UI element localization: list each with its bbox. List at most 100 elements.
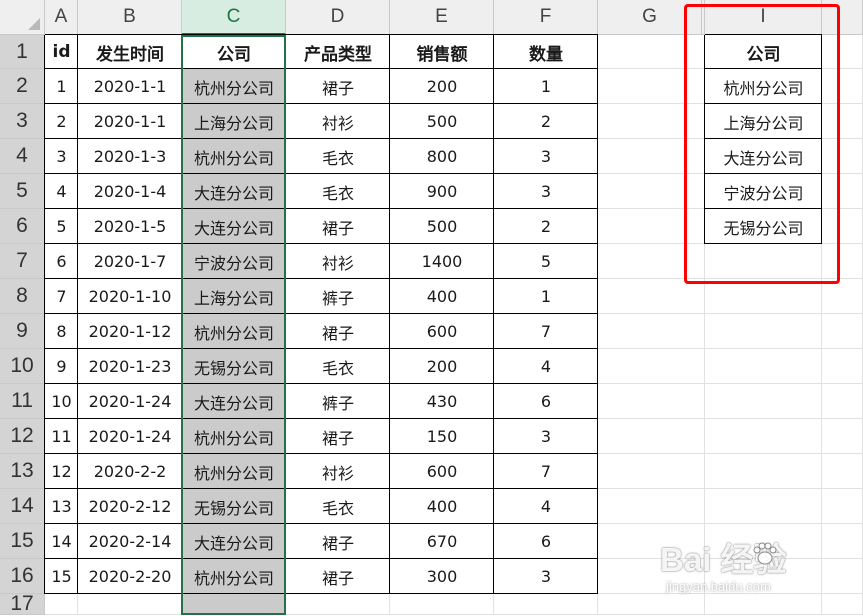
table-cell[interactable]: 衬衫 <box>286 104 390 139</box>
table-cell[interactable]: 6 <box>494 524 598 559</box>
table-cell[interactable]: 2020-1-1 <box>78 69 182 104</box>
table-cell[interactable]: 6 <box>494 384 598 419</box>
table-cell[interactable]: 4 <box>494 489 598 524</box>
table-cell[interactable]: 500 <box>390 209 494 244</box>
table-header-cell[interactable]: 发生时间 <box>78 35 182 69</box>
column-header-hidden[interactable] <box>822 0 863 35</box>
table-header-cell[interactable]: 产品类型 <box>286 35 390 69</box>
table-cell[interactable]: 7 <box>494 314 598 349</box>
table-cell[interactable]: 200 <box>390 349 494 384</box>
table-cell[interactable]: 12 <box>45 454 78 489</box>
table-cell[interactable]: 裙子 <box>286 559 390 594</box>
table-cell[interactable]: 600 <box>390 314 494 349</box>
row-header-13[interactable]: 13 <box>0 454 45 489</box>
row-header-10[interactable]: 10 <box>0 349 45 384</box>
table-cell[interactable]: 裙子 <box>286 524 390 559</box>
table-cell[interactable]: 4 <box>45 174 78 209</box>
table-cell[interactable]: 2020-1-1 <box>78 104 182 139</box>
table-cell[interactable]: 430 <box>390 384 494 419</box>
table-cell[interactable]: 500 <box>390 104 494 139</box>
table-header-cell[interactable]: 销售额 <box>390 35 494 69</box>
table-cell[interactable]: 杭州分公司 <box>182 314 286 349</box>
table-cell[interactable]: 2020-1-5 <box>78 209 182 244</box>
side-table-cell[interactable]: 杭州分公司 <box>705 69 822 104</box>
table-cell[interactable]: 2 <box>494 104 598 139</box>
row-header-1[interactable]: 1 <box>0 35 45 69</box>
table-cell[interactable]: 7 <box>494 454 598 489</box>
table-cell[interactable]: 2020-2-2 <box>78 454 182 489</box>
table-cell[interactable]: 裤子 <box>286 384 390 419</box>
table-cell[interactable]: 无锡分公司 <box>182 349 286 384</box>
table-cell[interactable]: 2020-2-12 <box>78 489 182 524</box>
column-header-C[interactable]: C <box>182 0 286 35</box>
side-table-cell[interactable]: 大连分公司 <box>705 139 822 174</box>
table-cell[interactable]: 600 <box>390 454 494 489</box>
table-cell[interactable]: 300 <box>390 559 494 594</box>
table-cell[interactable]: 13 <box>45 489 78 524</box>
table-cell[interactable]: 14 <box>45 524 78 559</box>
row-header-17[interactable]: 17 <box>0 592 45 615</box>
row-header-12[interactable]: 12 <box>0 419 45 454</box>
table-cell[interactable]: 杭州分公司 <box>182 454 286 489</box>
table-cell[interactable]: 2020-1-7 <box>78 244 182 279</box>
table-cell[interactable]: 900 <box>390 174 494 209</box>
table-cell[interactable]: 裙子 <box>286 69 390 104</box>
row-header-2[interactable]: 2 <box>0 69 45 104</box>
table-cell[interactable]: 2 <box>45 104 78 139</box>
select-all-corner[interactable] <box>0 0 45 35</box>
table-header-cell[interactable]: id <box>45 35 78 69</box>
table-cell[interactable]: 3 <box>494 419 598 454</box>
table-cell[interactable]: 2020-1-23 <box>78 349 182 384</box>
spreadsheet-grid[interactable]: A B C D E F G I 1 2 3 4 5 6 7 8 9 10 11 12 13 14 15 16 17 id 发生时间公… <box>0 0 863 615</box>
table-cell[interactable]: 裙子 <box>286 209 390 244</box>
row-header-6[interactable]: 6 <box>0 209 45 244</box>
table-cell[interactable]: 4 <box>494 349 598 384</box>
table-cell[interactable]: 10 <box>45 384 78 419</box>
row-header-8[interactable]: 8 <box>0 279 45 314</box>
column-header-B[interactable]: B <box>78 0 182 35</box>
table-cell[interactable]: 衬衫 <box>286 454 390 489</box>
table-cell[interactable]: 裙子 <box>286 419 390 454</box>
table-cell[interactable]: 1400 <box>390 244 494 279</box>
table-cell[interactable]: 毛衣 <box>286 349 390 384</box>
table-cell[interactable]: 2020-1-10 <box>78 279 182 314</box>
side-table-cell[interactable]: 无锡分公司 <box>705 209 822 244</box>
table-cell[interactable]: 大连分公司 <box>182 384 286 419</box>
table-cell[interactable]: 15 <box>45 559 78 594</box>
table-header-cell[interactable]: 公司 <box>182 35 286 69</box>
table-cell[interactable]: 2020-2-14 <box>78 524 182 559</box>
table-cell[interactable]: 2020-1-3 <box>78 139 182 174</box>
row-header-9[interactable]: 9 <box>0 314 45 349</box>
table-cell[interactable]: 3 <box>45 139 78 174</box>
table-cell[interactable]: 9 <box>45 349 78 384</box>
table-cell[interactable]: 裙子 <box>286 314 390 349</box>
table-cell[interactable]: 670 <box>390 524 494 559</box>
table-cell[interactable]: 2020-1-24 <box>78 384 182 419</box>
table-cell[interactable]: 3 <box>494 559 598 594</box>
table-cell[interactable]: 150 <box>390 419 494 454</box>
table-cell[interactable]: 衬衫 <box>286 244 390 279</box>
row-header-15[interactable]: 15 <box>0 524 45 559</box>
table-cell[interactable]: 裤子 <box>286 279 390 314</box>
row-header-3[interactable]: 3 <box>0 104 45 139</box>
column-header-A[interactable]: A <box>45 0 78 35</box>
table-cell[interactable]: 2020-1-4 <box>78 174 182 209</box>
table-cell[interactable]: 400 <box>390 279 494 314</box>
table-cell[interactable]: 5 <box>494 244 598 279</box>
column-header-I[interactable]: I <box>705 0 822 35</box>
table-cell[interactable]: 6 <box>45 244 78 279</box>
table-cell[interactable]: 2020-1-12 <box>78 314 182 349</box>
column-header-E[interactable]: E <box>390 0 494 35</box>
table-cell[interactable]: 杭州分公司 <box>182 419 286 454</box>
table-header-cell[interactable]: 数量 <box>494 35 598 69</box>
side-table-header[interactable]: 公司 <box>705 35 822 69</box>
table-cell[interactable]: 3 <box>494 139 598 174</box>
row-header-14[interactable]: 14 <box>0 489 45 524</box>
table-cell[interactable]: 11 <box>45 419 78 454</box>
side-table-cell[interactable]: 上海分公司 <box>705 104 822 139</box>
table-cell[interactable]: 1 <box>494 279 598 314</box>
row-header-11[interactable]: 11 <box>0 384 45 419</box>
row-header-7[interactable]: 7 <box>0 244 45 279</box>
table-cell[interactable]: 宁波分公司 <box>182 244 286 279</box>
column-header-G[interactable]: G <box>598 0 702 35</box>
